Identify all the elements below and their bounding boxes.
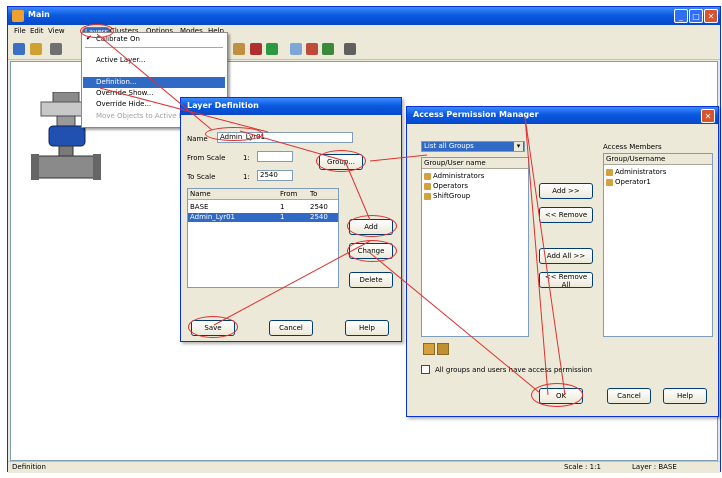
stop-icon[interactable] [250,43,262,55]
apm-title-bar: Access Permission Manager ✕ [407,107,718,124]
access-members-label: Access Members [603,143,662,151]
from-scale-field[interactable] [257,151,293,162]
title-bar: Main _ □ ✕ [8,7,720,25]
list-item[interactable]: Operator1 [606,178,651,187]
to-scale-prefix: 1: [243,173,250,181]
col-to: To [310,190,318,198]
menu-view[interactable]: View [48,27,65,35]
cancel-button[interactable]: Cancel [269,320,313,336]
menu-item-override-hide[interactable]: Override Hide... [96,99,151,110]
members-header-label: Group/Username [606,155,666,163]
access-members-list[interactable]: Group/Username Administrators Operator1 [603,153,713,337]
from-scale-label: From Scale [187,154,226,162]
list-item[interactable]: Administrators [424,172,484,181]
list-item-label: Administrators [433,172,485,180]
row-name: Admin_Lyr01 [190,213,235,221]
status-layer: Layer : BASE [632,463,677,471]
to-scale-label: To Scale [187,173,216,181]
minimize-icon[interactable]: _ [674,9,688,23]
available-list-header: Group/User name [422,158,528,169]
apm-title: Access Permission Manager [413,110,539,119]
access-permission-dialog: Access Permission Manager ✕ List all Gro… [406,106,719,417]
annotation-ellipse-save [188,316,238,338]
members-list-header: Group/Username [604,154,712,165]
row-from: 1 [280,213,285,221]
layer-list[interactable]: Name From To BASE 1 2540 Admin_Lyr01 1 2… [187,188,339,288]
window-title: Main [28,10,50,19]
list-item-label: Administrators [615,168,667,176]
status-text: Definition [12,463,46,471]
col-from: From [280,190,298,198]
user-group-icon [424,192,431,200]
from-scale-prefix: 1: [243,154,250,162]
menu-edit[interactable]: Edit [30,27,44,35]
menu-separator [85,47,223,48]
dialog-title-bar: Layer Definition [181,98,401,115]
list-item-label: Operators [433,182,468,190]
user-group-icon [606,168,613,176]
chevron-down-icon[interactable]: ▾ [514,142,523,151]
help-button[interactable]: Help [345,320,389,336]
user-group-icon [424,172,431,180]
list-item[interactable]: Operators [424,182,468,191]
chart-icon[interactable] [306,43,318,55]
list-item-label: ShiftGroup [433,192,471,200]
close-icon[interactable]: ✕ [701,109,715,123]
row-to: 2540 [310,213,328,221]
table-row[interactable]: BASE 1 2540 [188,203,338,212]
window-icon[interactable] [344,43,356,55]
annotation-ellipse-group [316,150,366,172]
save-icon[interactable] [13,43,25,55]
table-row-selected[interactable]: Admin_Lyr01 1 2540 [188,213,338,222]
available-groups-list[interactable]: Group/User name Administrators Operators… [421,157,529,337]
delete-button[interactable]: Delete [349,272,393,288]
status-bar: Definition Scale : 1:1 Layer : BASE [8,461,720,473]
group-filter-select[interactable]: List all Groups ▾ [421,141,525,152]
layer-list-header: Name From To [188,189,338,200]
close-icon[interactable]: ✕ [704,9,718,23]
user-icon [606,178,613,186]
user-group-icon [424,182,431,190]
group-icon[interactable] [437,343,449,355]
annotation-ellipse-add [347,215,397,237]
menu-item-override-show[interactable]: Override Show... [96,88,153,99]
all-access-label: All groups and users have access permiss… [435,366,593,374]
app-icon [12,10,24,22]
list-item[interactable]: Administrators [606,168,666,177]
annotation-ellipse-name [205,127,263,141]
remove-member-button[interactable]: << Remove [539,207,593,223]
row-name: BASE [190,203,209,211]
apm-cancel-button[interactable]: Cancel [607,388,651,404]
group-filter-value: List all Groups [424,142,474,150]
annotation-ellipse-layers [80,24,114,38]
print-icon[interactable] [50,43,62,55]
run-icon[interactable] [266,43,278,55]
all-access-checkbox[interactable] [421,365,430,374]
grid-icon[interactable] [290,43,302,55]
remove-all-button[interactable]: << Remove All [539,272,593,289]
apm-help-button[interactable]: Help [663,388,707,404]
add-member-button[interactable]: Add >> [539,183,593,199]
user-icon[interactable] [423,343,435,355]
to-scale-field[interactable]: 2540 [257,170,293,181]
dialog-title: Layer Definition [187,101,259,110]
list-item[interactable]: ShiftGroup [424,192,470,201]
annotation-ellipse-ok [531,383,583,407]
add-all-button[interactable]: Add All >> [539,248,593,264]
list-item-label: Operator1 [615,178,651,186]
maximize-icon[interactable]: □ [689,9,703,23]
tool-icon[interactable] [233,43,245,55]
available-header-label: Group/User name [424,159,486,167]
menu-file[interactable]: File [14,27,26,35]
status-scale: Scale : 1:1 [564,463,601,471]
layer-icon[interactable] [322,43,334,55]
open-icon[interactable] [30,43,42,55]
annotation-ellipse-change [347,240,397,262]
name-label: Name [187,135,208,143]
row-from: 1 [280,203,285,211]
col-name: Name [190,190,211,198]
row-to: 2540 [310,203,328,211]
menu-item-active-layer[interactable]: Active Layer... [96,55,145,66]
menu-item-definition[interactable]: Definition... [96,77,137,88]
